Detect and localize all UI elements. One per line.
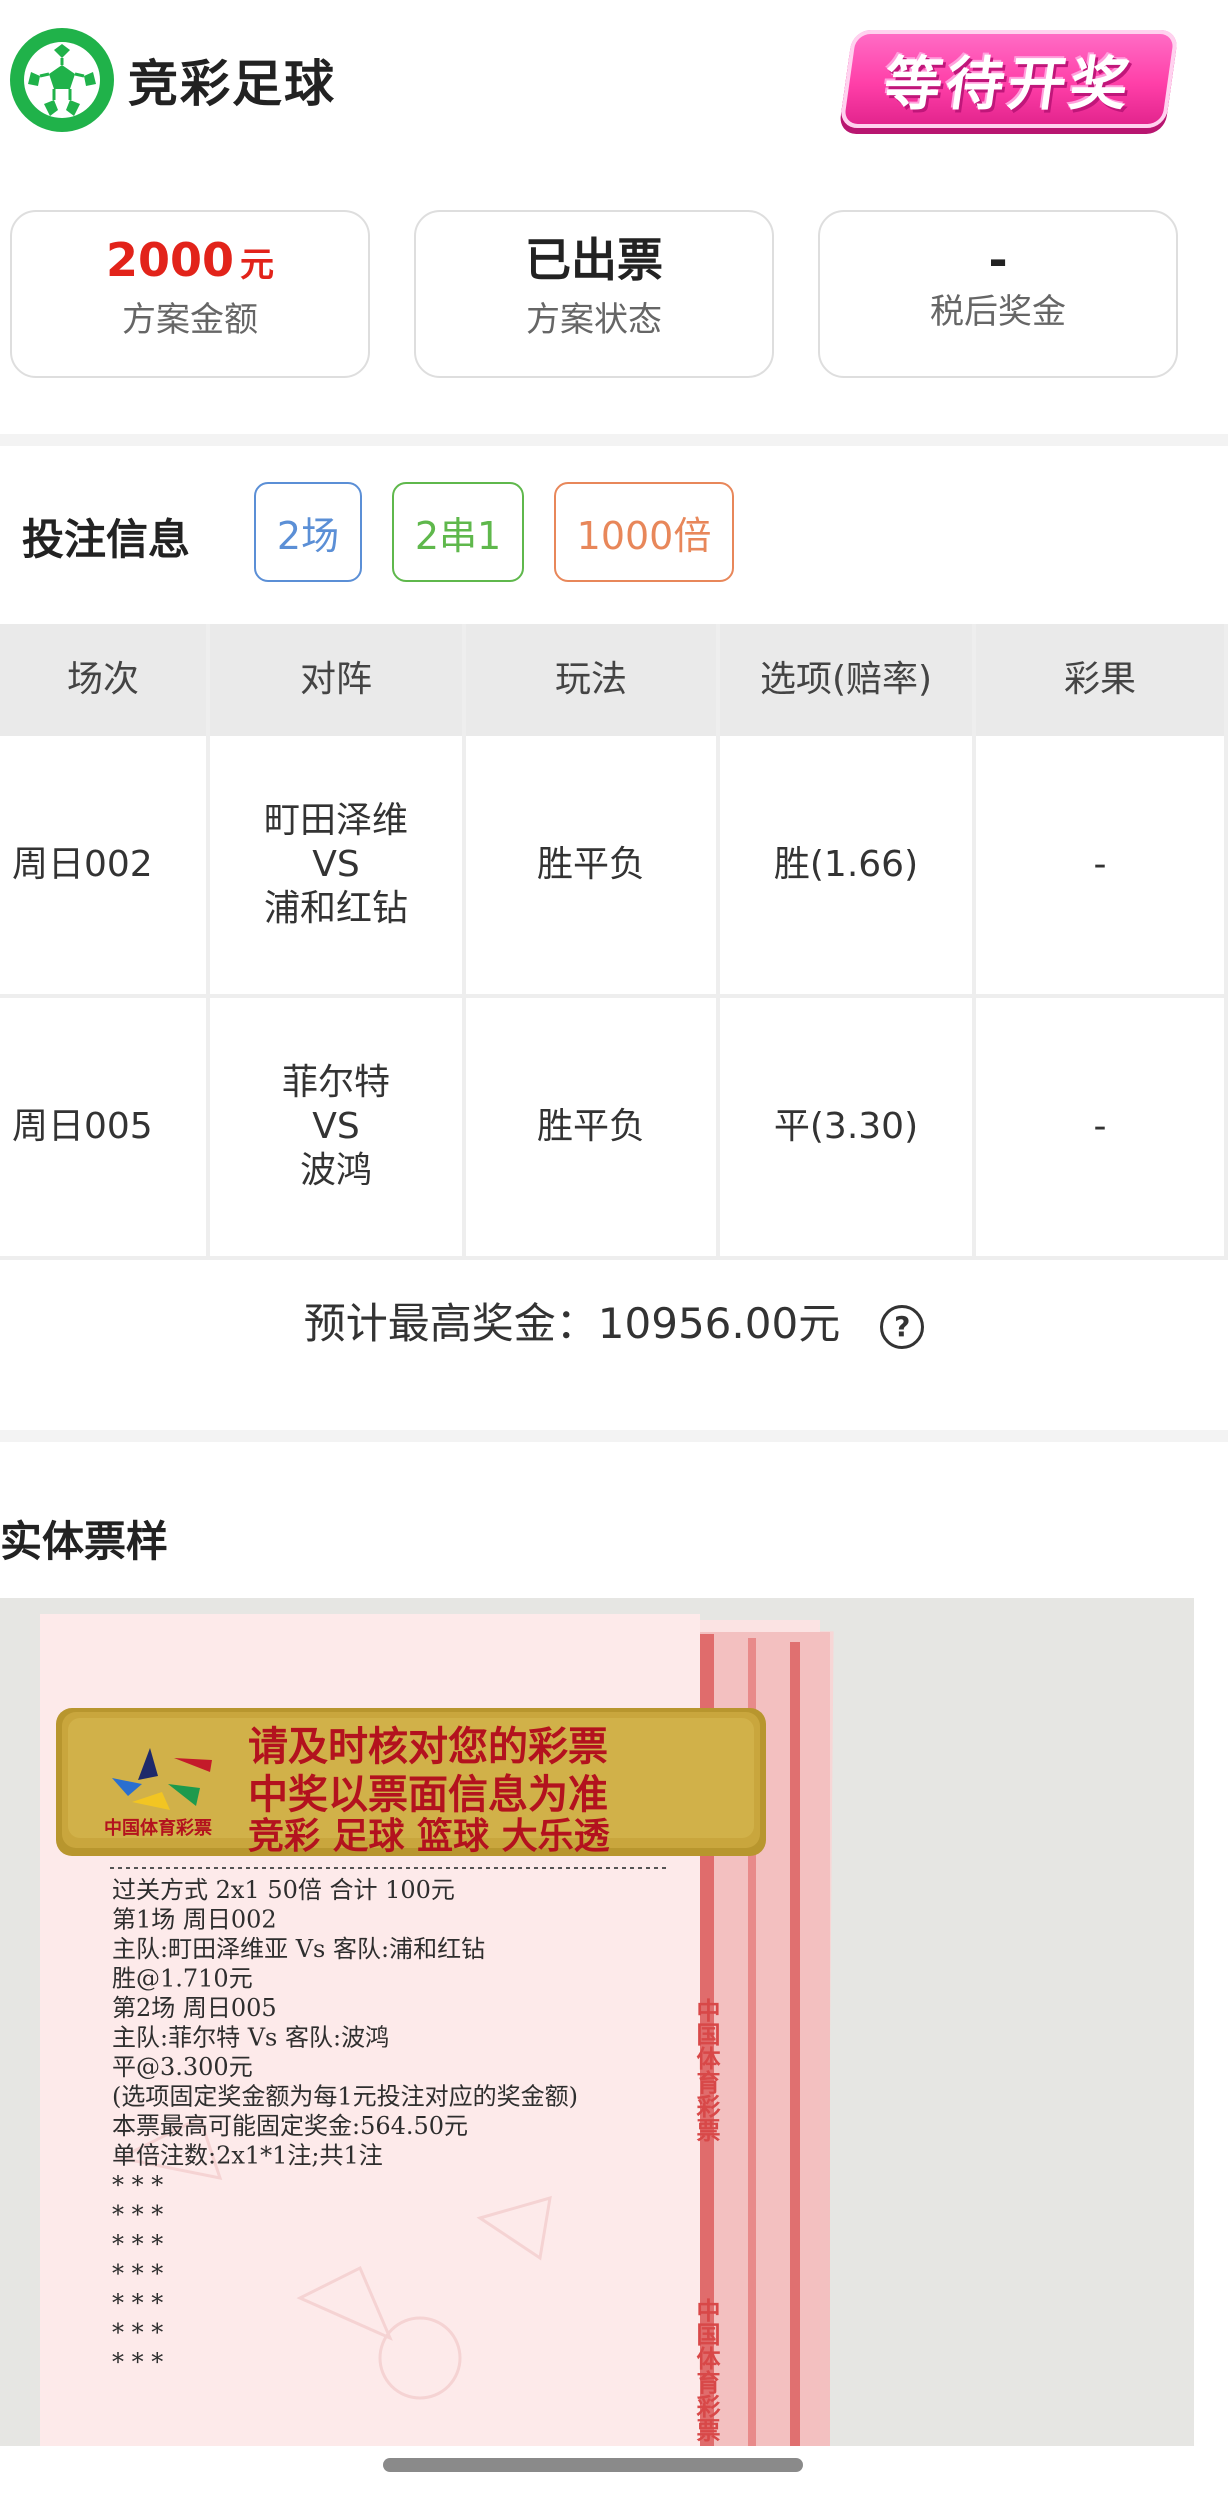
sample-title: 实体票样 — [0, 1517, 169, 1566]
plate-line-3: 竞彩 足球 篮球 大乐透 — [248, 1816, 611, 1857]
option-odds: 胜(1.66) — [720, 736, 976, 994]
section-divider — [0, 434, 1228, 446]
waiting-draw-stamp: 等待开奖 — [839, 30, 1179, 128]
status-value: 已出票 — [525, 233, 663, 287]
ticket-line: * * * — [112, 2201, 163, 2229]
bet-info-title: 投注信息 — [22, 515, 191, 564]
ticket-line: * * * — [112, 2230, 163, 2258]
option-odds: 平(3.30) — [720, 998, 976, 1256]
table-header: 场次 对阵 玩法 选项(赔率) 彩果 — [0, 624, 1228, 736]
ticket-line: * * * — [112, 2260, 163, 2288]
ticket-photo-illustration: 中国体育彩票 中国体育彩票 请及时核对您的彩票 中奖以票面信息为准 中国体育彩票… — [40, 1614, 834, 2446]
ticket-sample-photo[interactable]: 中国体育彩票 中国体育彩票 请及时核对您的彩票 中奖以票面信息为准 中国体育彩票… — [0, 1598, 1194, 2446]
plate-line-1: 请及时核对您的彩票 — [248, 1724, 608, 1770]
ticket-line: 胜@1.710元 — [112, 1965, 253, 1993]
ticket-line: * * * — [112, 2289, 163, 2317]
section-divider — [0, 1430, 1228, 1442]
plate-line-2: 中奖以票面信息为准 — [248, 1772, 608, 1818]
bet-table: 场次 对阵 玩法 选项(赔率) 彩果 周日002 町田泽维 VS 浦和红钻 胜平… — [0, 624, 1228, 1260]
app-header: 竞彩足球 等待开奖 — [0, 0, 1228, 170]
play-type: 胜平负 — [466, 736, 720, 994]
ticket-line: * * * — [112, 2171, 163, 2199]
soccer-ball-icon — [10, 28, 114, 132]
ticket-line: * * * — [112, 2319, 163, 2347]
ticket-line: 过关方式 2x1 50倍 合计 100元 — [112, 1876, 455, 1904]
help-icon[interactable]: ? — [880, 1304, 925, 1349]
prize-label: 税后奖金 — [930, 292, 1066, 332]
result: - — [976, 998, 1228, 1256]
ticket-line: 主队:菲尔特 Vs 客队:波鸿 — [112, 2024, 389, 2052]
ticket-line: (选项固定奖金额为每1元投注对应的奖金额) — [112, 2083, 578, 2111]
ticket-line: 本票最高可能固定奖金:564.50元 — [112, 2112, 468, 2140]
app-title: 竞彩足球 — [128, 55, 336, 113]
col-result: 彩果 — [976, 624, 1228, 736]
stamp-text: 等待开奖 — [879, 50, 1138, 118]
result: - — [976, 736, 1228, 994]
ticket-line: 单倍注数:2x1*1注;共1注 — [112, 2142, 383, 2170]
home-indicator[interactable] — [383, 2458, 803, 2472]
tag-multiplier: 1000倍 — [554, 482, 734, 582]
prize-card: - 税后奖金 — [818, 210, 1178, 378]
away-team: 浦和红钻 — [263, 888, 408, 929]
max-prize-text: 预计最高奖金：10956.00元 — [303, 1299, 841, 1348]
fixture: 町田泽维 VS 浦和红钻 — [210, 736, 466, 994]
amount-value-line: 2000 元 — [12, 230, 368, 290]
col-fixture: 对阵 — [210, 624, 466, 736]
vs-label: VS — [312, 844, 360, 885]
summary-row: 2000 元 方案金额 已出票 方案状态 - 税后奖金 — [0, 210, 1228, 380]
prize-value: - — [988, 233, 1008, 287]
tag-parlay: 2串1 — [392, 482, 524, 582]
side-brand-text-1: 中国体育彩票 — [692, 1998, 721, 2143]
vs-label: VS — [312, 1106, 360, 1147]
col-play: 玩法 — [466, 624, 720, 736]
match-no: 周日005 — [0, 998, 210, 1256]
max-prize-line: 预计最高奖金：10956.00元? — [0, 1290, 1228, 1351]
amount-card: 2000 元 方案金额 — [10, 210, 370, 378]
status-card: 已出票 方案状态 — [414, 210, 774, 378]
tag-matches: 2场 — [254, 482, 362, 582]
plate-brand: 中国体育彩票 — [104, 1817, 212, 1839]
amount-unit: 元 — [240, 245, 275, 285]
away-team: 波鸿 — [299, 1150, 372, 1191]
table-row: 周日002 町田泽维 VS 浦和红钻 胜平负 胜(1.66) - — [0, 736, 1228, 998]
home-team: 菲尔特 — [281, 1062, 390, 1103]
amount-label: 方案金额 — [122, 300, 258, 340]
table-row: 周日005 菲尔特 VS 波鸿 胜平负 平(3.30) - — [0, 998, 1228, 1260]
match-no: 周日002 — [0, 736, 210, 994]
ticket-line: 平@3.300元 — [112, 2053, 253, 2081]
fixture: 菲尔特 VS 波鸿 — [210, 998, 466, 1256]
status-label: 方案状态 — [526, 300, 662, 340]
play-type: 胜平负 — [466, 998, 720, 1256]
col-match-no: 场次 — [0, 624, 210, 736]
side-brand-text-2: 中国体育彩票 — [692, 2298, 721, 2443]
ticket-line: 主队:町田泽维亚 Vs 客队:浦和红钻 — [112, 1935, 485, 1963]
ticket-line: 第1场 周日002 — [112, 1906, 277, 1934]
ticket-line: * * * — [112, 2348, 163, 2376]
home-team: 町田泽维 — [263, 800, 408, 841]
col-option: 选项(赔率) — [720, 624, 976, 736]
amount-value: 2000 — [105, 233, 235, 287]
ticket-line: 第2场 周日005 — [112, 1994, 277, 2022]
